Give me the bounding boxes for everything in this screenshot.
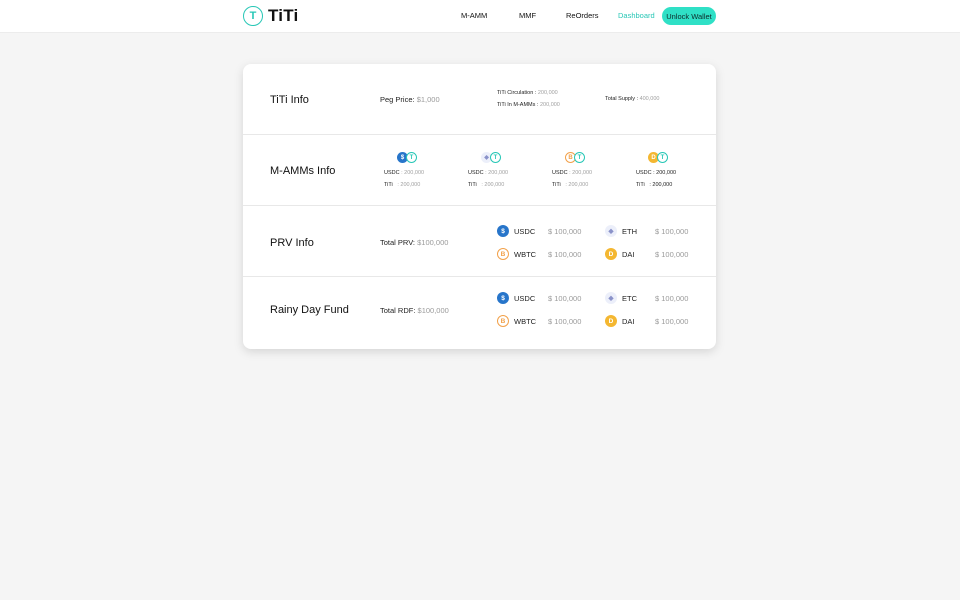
total-supply-label: Total Supply : <box>605 96 639 102</box>
eth-titi-pool-icons: ◆ T <box>481 152 501 163</box>
titi-logo-icon: T <box>243 6 263 26</box>
pool-usdc-amount: USDC : 200,000 <box>384 170 425 176</box>
logo-text: TiTi <box>268 6 299 25</box>
section-title: Rainy Day Fund <box>270 304 349 316</box>
token-value: $ 100,000 <box>655 227 689 236</box>
titi-circulation: TiTi Circulation : 200,000 <box>497 90 558 96</box>
token-name: WBTC <box>514 317 537 326</box>
titi-icon: T <box>574 152 585 163</box>
nav-dashboard[interactable]: Dashboard <box>618 7 655 25</box>
token-name: DAI <box>622 317 635 326</box>
pool-usdc-amount: USDC : 200,000 <box>552 170 593 176</box>
in-mamms-label: TiTi In M-AMMs : <box>497 102 539 108</box>
nav-reorders[interactable]: ReOrders <box>566 7 599 25</box>
token-name: ETH <box>622 227 637 236</box>
usdc-icon: $ <box>497 225 509 237</box>
token-value: $ 100,000 <box>655 250 689 259</box>
token-value: $ 100,000 <box>655 317 689 326</box>
token-name: ETC <box>622 294 637 303</box>
titi-in-mamms: TiTi In M-AMMs : 200,000 <box>497 102 560 108</box>
titi-info-section: TiTi Info Peg Price: $1,000 TiTi Circula… <box>243 64 716 135</box>
dashboard-card: TiTi Info Peg Price: $1,000 TiTi Circula… <box>243 64 716 349</box>
titi-icon: T <box>657 152 668 163</box>
wbtc-icon: B <box>497 315 509 327</box>
pool-titi-amount: TiTi : 200,000 <box>384 182 421 188</box>
section-title: TiTi Info <box>270 94 309 106</box>
token-value: $ 100,000 <box>655 294 689 303</box>
token-name: USDC <box>514 294 536 303</box>
total-prv: Total PRV: $100,000 <box>380 238 449 247</box>
usdc-icon: $ <box>497 292 509 304</box>
pool-titi-amount: TiTi : 200,000 <box>636 182 673 188</box>
token-name: USDC <box>514 227 536 236</box>
circulation-value: 200,000 <box>537 90 558 96</box>
mamms-info-section: M-AMMs Info $ T USDC : 200,000 TiTi : 20… <box>243 135 716 206</box>
unlock-wallet-button[interactable]: Unlock Wallet <box>662 7 716 25</box>
peg-price-label: Peg Price: <box>380 95 415 104</box>
token-name: WBTC <box>514 250 537 259</box>
token-value: $ 100,000 <box>548 227 582 236</box>
titi-icon: T <box>406 152 417 163</box>
section-title: M-AMMs Info <box>270 165 336 177</box>
wbtc-icon: B <box>497 248 509 260</box>
titi-icon: T <box>490 152 501 163</box>
eth-icon: ◆ <box>605 225 617 237</box>
pool-titi-amount: TiTi : 200,000 <box>468 182 505 188</box>
nav-m-amm[interactable]: M-AMM <box>461 7 487 25</box>
circulation-label: TiTi Circulation : <box>497 90 537 96</box>
pool-titi-amount: TiTi : 200,000 <box>552 182 589 188</box>
peg-price-value: $1,000 <box>416 95 440 104</box>
usdc-titi-pool-icons: $ T <box>397 152 417 163</box>
wbtc-titi-pool-icons: B T <box>565 152 585 163</box>
token-value: $ 100,000 <box>548 250 582 259</box>
dai-titi-pool-icons: D T <box>648 152 668 163</box>
total-supply-value: 400,000 <box>639 96 660 102</box>
dai-icon: D <box>605 248 617 260</box>
etc-icon: ◆ <box>605 292 617 304</box>
token-value: $ 100,000 <box>548 317 582 326</box>
total-rdf: Total RDF: $100,000 <box>380 306 449 315</box>
rainy-day-fund-section: Rainy Day Fund Total RDF: $100,000 $ USD… <box>243 277 716 348</box>
total-supply: Total Supply : 400,000 <box>605 96 659 102</box>
nav-mmf[interactable]: MMF <box>519 7 536 25</box>
token-name: DAI <box>622 250 635 259</box>
top-nav-bar: T TiTi M-AMM MMF ReOrders Dashboard Unlo… <box>0 0 960 33</box>
peg-price: Peg Price: $1,000 <box>380 95 440 104</box>
titi-logo[interactable]: T TiTi <box>243 6 298 26</box>
prv-info-section: PRV Info Total PRV: $100,000 $ USDC $ 10… <box>243 206 716 277</box>
token-value: $ 100,000 <box>548 294 582 303</box>
dai-icon: D <box>605 315 617 327</box>
section-title: PRV Info <box>270 237 314 249</box>
in-mamms-value: 200,000 <box>539 102 560 108</box>
pool-usdc-amount: USDC : 200,000 <box>468 170 509 176</box>
pool-usdc-amount: USDC : 200,000 <box>636 170 677 176</box>
